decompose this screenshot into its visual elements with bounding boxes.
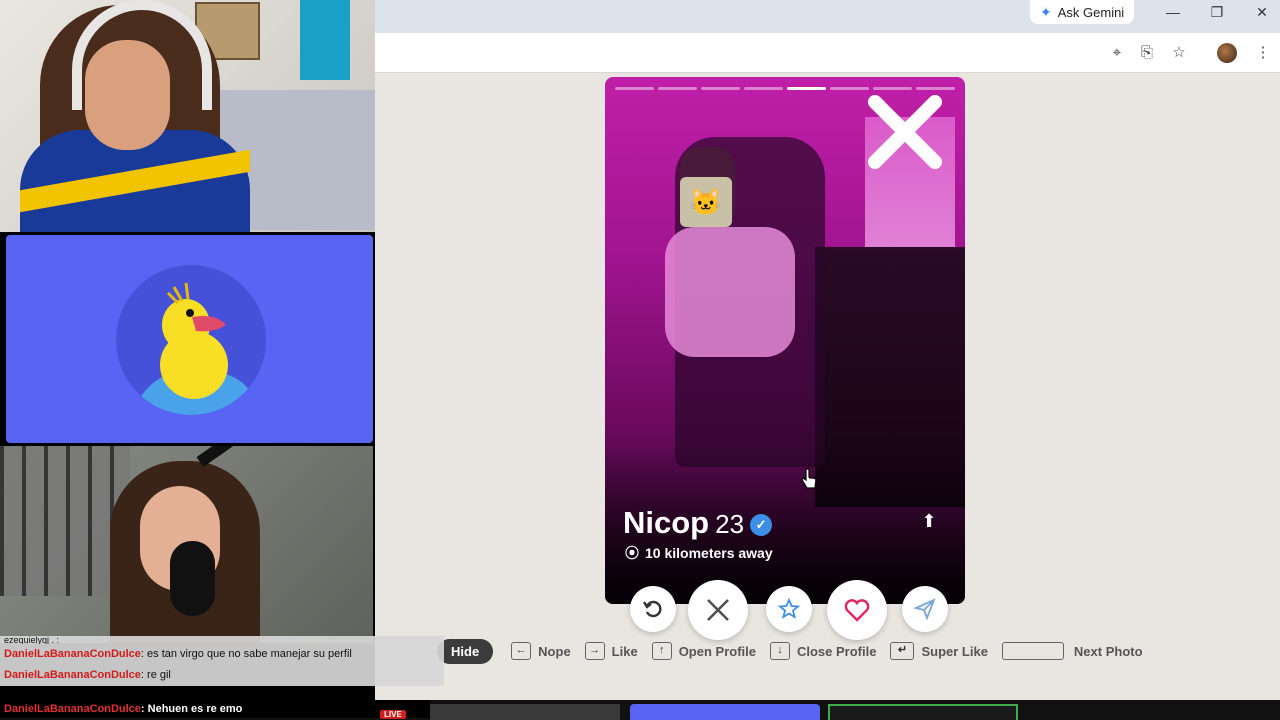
duck-icon: [136, 282, 256, 415]
browser-window: ✦ Ask Gemini — ❐ ✕ ⌖ ⎘ ☆ ⋮ 🐱 Nicop 23 ✓ …: [375, 0, 1280, 700]
voice-avatar-panel: [6, 235, 373, 443]
menu-kebab-icon[interactable]: ⋮: [1253, 43, 1273, 63]
shortcut-like-label: Like: [611, 643, 638, 659]
gemini-sparkle-icon: ✦: [1040, 3, 1052, 20]
boost-button[interactable]: [902, 586, 948, 632]
bookmark-star-icon[interactable]: ☆: [1169, 43, 1189, 63]
discord-thumbnail: [630, 704, 820, 720]
right-arrow-key-icon: →: [584, 642, 605, 660]
photo-progress-segment[interactable]: [615, 87, 654, 90]
photo-progress-bars: [615, 87, 955, 90]
nope-button[interactable]: [688, 580, 748, 640]
down-arrow-key-icon: ↓: [769, 642, 790, 660]
stream-chat: ezequielyqj . : DanielLaBananaConDulce: …: [0, 636, 444, 700]
nope-stamp-icon: [868, 95, 942, 169]
shortcut-close-profile-label: Close Profile: [796, 643, 877, 659]
shortcut-close-profile: ↓ Close Profile: [769, 642, 877, 660]
space-key-icon: [1001, 642, 1064, 660]
screen: ✦ Ask Gemini — ❐ ✕ ⌖ ⎘ ☆ ⋮ 🐱 Nicop 23 ✓ …: [0, 0, 1280, 720]
send-icon: [913, 598, 936, 621]
shortcut-open-profile-label: Open Profile: [678, 643, 756, 659]
like-button[interactable]: [827, 580, 887, 640]
action-buttons: [630, 580, 960, 640]
webcam-top: [0, 0, 375, 232]
rewind-button[interactable]: [630, 586, 676, 632]
chat-text: : re gil: [140, 669, 171, 681]
photo-progress-segment[interactable]: [744, 87, 783, 90]
profile-age: 23: [715, 509, 745, 539]
install-app-icon[interactable]: ⎘: [1137, 43, 1157, 63]
super-like-button[interactable]: [766, 586, 812, 632]
close-icon[interactable]: ✕: [1247, 2, 1277, 22]
distance-row: ⦿ 10 kilometers away: [625, 543, 773, 563]
shortcut-like: → Like: [584, 642, 638, 660]
ask-gemini-button[interactable]: ✦ Ask Gemini: [1030, 0, 1135, 24]
keyboard-shortcuts-bar: Hide ← Nope → Like ↑ Open Profile ↓ Close Pr…: [437, 636, 1280, 666]
chat-text: : es tan virgo que no sabe manejar su pe…: [140, 648, 352, 660]
stream-thumbnail: [430, 704, 620, 720]
shortcut-nope: ← Nope: [511, 642, 571, 660]
shortcut-next-photo-label: Next Photo: [1073, 643, 1143, 659]
left-arrow-key-icon: ←: [511, 642, 532, 660]
bottom-strip: DanielLaBananaConDulce: Nehuen es re emo…: [0, 700, 1280, 720]
photo-progress-segment[interactable]: [787, 87, 826, 90]
profile-name-row: Nicop 23 ✓: [623, 505, 773, 541]
gemini-label: Ask Gemini: [1057, 4, 1125, 20]
webcam-bottom: [0, 446, 373, 643]
title-bar: ✦ Ask Gemini — ❐ ✕: [375, 0, 1280, 33]
hide-shortcuts-button[interactable]: Hide: [437, 638, 494, 664]
hand-cursor-icon: [801, 468, 817, 489]
chat-text: : Nehuen es re emo: [140, 703, 243, 715]
photo-progress-segment[interactable]: [830, 87, 869, 90]
shortcut-nope-label: Nope: [538, 643, 571, 659]
chat-username: DanielLaBananaConDulce: [4, 669, 141, 681]
photo-person: [665, 227, 795, 357]
mic-arm: [196, 446, 327, 467]
duck-avatar: [116, 265, 266, 415]
location-pin-icon[interactable]: ⌖: [1107, 43, 1127, 63]
curtain: [300, 0, 350, 80]
shortcut-next-photo: Next Photo: [1001, 642, 1143, 660]
photo-progress-segment[interactable]: [916, 87, 955, 90]
profile-distance: 10 kilometers away: [645, 545, 773, 561]
enter-key-icon: ↵: [890, 642, 915, 660]
rewind-icon: [642, 600, 662, 618]
shortcut-open-profile: ↑ Open Profile: [651, 642, 756, 660]
photo-progress-segment[interactable]: [658, 87, 697, 90]
chat-partial-line: ezequielyqj . :: [0, 636, 444, 644]
chat-username: DanielLaBananaConDulce: [4, 703, 141, 715]
photo-progress-segment[interactable]: [701, 87, 740, 90]
star-icon: [777, 597, 801, 619]
chat-message-highlight: DanielLaBananaConDulce: Nehuen es re emo: [0, 700, 430, 718]
open-profile-arrow-icon[interactable]: ⬆: [917, 509, 941, 533]
verified-badge-icon: ✓: [750, 513, 773, 536]
location-pin-icon: ⦿: [625, 545, 639, 561]
up-arrow-key-icon: ↑: [651, 642, 672, 660]
live-badge: LIVE: [380, 710, 406, 719]
green-thumbnail: [828, 704, 1018, 720]
address-toolbar: ⌖ ⎘ ☆ ⋮: [375, 33, 1280, 73]
profile-avatar[interactable]: [1217, 43, 1237, 63]
cat-sticker-icon: 🐱: [680, 177, 732, 227]
profile-name: Nicop: [623, 505, 710, 540]
shortcut-super-like: ↵ Super Like: [890, 642, 988, 660]
microphone: [170, 541, 215, 616]
chat-message: DanielLaBananaConDulce: re gil: [0, 665, 444, 686]
restore-icon[interactable]: ❐: [1202, 2, 1232, 22]
profile-card[interactable]: 🐱 Nicop 23 ✓ ⦿ 10 kilometers away ⬆: [605, 77, 965, 604]
heart-icon: [844, 599, 870, 622]
chat-username: DanielLaBananaConDulce: [4, 648, 141, 660]
x-icon: [707, 599, 729, 621]
minimize-icon[interactable]: —: [1158, 2, 1188, 22]
chat-message: DanielLaBananaConDulce: es tan virgo que…: [0, 644, 444, 665]
shortcut-super-like-label: Super Like: [921, 643, 988, 659]
photo-progress-segment[interactable]: [873, 87, 912, 90]
